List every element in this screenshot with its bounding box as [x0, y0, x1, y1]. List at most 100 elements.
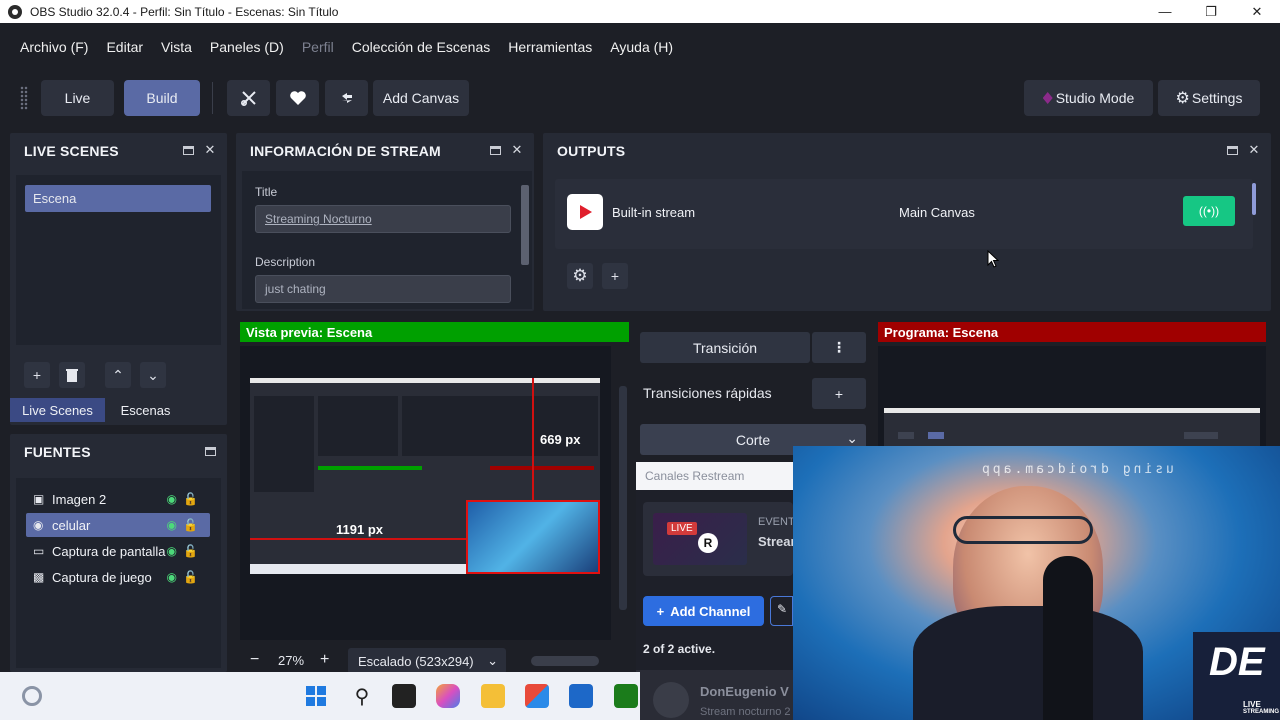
delete-scene-button[interactable] [59, 362, 85, 388]
outputs-scrollbar[interactable] [1252, 183, 1256, 215]
scale-select[interactable]: Escalado (523x294) ⌄ [348, 648, 506, 674]
toolbar-divider [212, 82, 213, 114]
brand-logo: DE LIVE STREAMING [1193, 632, 1280, 720]
lock-icon[interactable]: 🔓 [183, 544, 198, 558]
copilot-icon[interactable] [436, 684, 460, 708]
description-field[interactable]: just chating [255, 275, 511, 303]
tab-escenas[interactable]: Escenas [107, 398, 184, 422]
live-button[interactable]: Live [41, 80, 114, 116]
minimize-icon[interactable]: — [1142, 0, 1188, 23]
file-explorer-icon[interactable] [481, 684, 505, 708]
scene-list: Escena [16, 175, 221, 345]
close-window-icon[interactable]: ✕ [1234, 0, 1280, 23]
eye-icon[interactable]: ◉ [167, 570, 177, 584]
store-icon[interactable] [525, 684, 549, 708]
stream-info-scrollbar[interactable] [518, 171, 532, 309]
tools-button[interactable] [227, 80, 270, 116]
close-dock-icon[interactable]: ✕ [1247, 142, 1261, 157]
float-dock-icon[interactable] [203, 444, 217, 458]
search-icon[interactable]: ⚲ [350, 684, 374, 708]
source-label: celular [52, 517, 91, 533]
output-row-built-in: Built-in stream Main Canvas ((•)) [555, 179, 1256, 249]
program-label: Programa: Escena [878, 322, 1266, 342]
source-item-imagen-2[interactable]: ▣ Imagen 2 ◉ 🔓 [26, 487, 210, 511]
gear-icon: ⚙ [572, 266, 588, 285]
go-live-button[interactable]: ((•)) [1183, 196, 1235, 226]
float-dock-icon[interactable] [488, 143, 502, 157]
float-dock-icon[interactable] [181, 143, 195, 157]
tab-live-scenes[interactable]: Live Scenes [10, 398, 105, 422]
transition-button[interactable]: Transición [640, 332, 810, 363]
zoom-scrollbar[interactable] [531, 656, 599, 666]
restream-event-card[interactable]: LIVE R EVENT Strear [643, 502, 796, 576]
windows-start-icon[interactable] [304, 684, 328, 708]
edit-channels-button[interactable]: ✎ [770, 596, 793, 626]
weather-widget-icon[interactable] [20, 684, 44, 708]
outlook-icon[interactable] [569, 684, 593, 708]
scene-item-escena[interactable]: Escena [25, 185, 211, 212]
eye-icon[interactable]: ◉ [167, 544, 177, 558]
channel-avatar [653, 682, 689, 718]
lock-icon[interactable]: 🔓 [183, 570, 198, 584]
plus-icon: + [32, 367, 42, 383]
menu-editar[interactable]: Editar [106, 39, 143, 55]
menu-herramientas[interactable]: Herramientas [508, 39, 592, 55]
move-scene-down-button[interactable]: ⌄ [140, 362, 166, 388]
monitor-icon: ▭ [33, 544, 45, 558]
refresh-button[interactable] [325, 80, 368, 116]
channel-row[interactable]: DonEugenio V Stream nocturno 2 [636, 670, 793, 720]
brand-logo-text: DE [1209, 640, 1265, 684]
person-glasses [953, 516, 1093, 544]
eye-icon[interactable]: ◉ [167, 518, 177, 532]
zoom-out-button[interactable]: − [250, 651, 259, 669]
add-canvas-button[interactable]: Add Canvas [373, 80, 469, 116]
add-quick-transition-button[interactable]: + [812, 378, 866, 409]
settings-button[interactable]: ⚙ Settings [1158, 80, 1260, 116]
preview-scrollbar[interactable] [619, 386, 627, 610]
output-settings-button[interactable]: ⚙ [567, 263, 593, 289]
float-dock-icon[interactable] [1225, 143, 1239, 157]
menu-coleccion-escenas[interactable]: Colección de Escenas [352, 39, 491, 55]
eye-icon[interactable]: ◉ [167, 492, 177, 506]
title-bar: OBS Studio 32.0.4 - Perfil: Sin Título -… [0, 0, 1280, 23]
close-dock-icon[interactable]: ✕ [203, 142, 217, 157]
scissors-tools-icon [240, 91, 256, 107]
menu-perfil[interactable]: Perfil [302, 39, 334, 55]
event-title: Strear [758, 534, 796, 549]
more-vertical-icon: ⋮ [832, 339, 846, 355]
zoom-in-button[interactable]: + [320, 651, 329, 669]
move-scene-up-button[interactable]: ⌃ [105, 362, 131, 388]
brand-logo-streaming: STREAMING [1243, 709, 1279, 715]
transition-menu-button[interactable]: ⋮ [812, 332, 866, 363]
toolbar-grip-icon[interactable] [20, 86, 28, 110]
studio-mode-button[interactable]: Studio Mode [1024, 80, 1153, 116]
source-item-celular[interactable]: ◉ celular ◉ 🔓 [26, 513, 210, 537]
add-scene-button[interactable]: + [24, 362, 50, 388]
menu-ayuda[interactable]: Ayuda (H) [610, 39, 673, 55]
lock-icon[interactable]: 🔓 [183, 518, 198, 532]
menu-archivo[interactable]: Archivo (F) [20, 39, 88, 55]
trash-icon [66, 369, 78, 382]
xbox-icon[interactable] [614, 684, 638, 708]
droidcam-watermark: using droidcam.app [979, 462, 1174, 477]
maximize-icon[interactable]: ❐ [1188, 0, 1234, 23]
lock-icon[interactable]: 🔓 [183, 492, 198, 506]
source-item-captura-juego[interactable]: ▩ Captura de juego ◉ 🔓 [26, 565, 210, 589]
zoom-level: 27% [278, 653, 305, 668]
preview-canvas[interactable]: 669 px 1191 px [240, 346, 611, 640]
channel-subtitle: Stream nocturno 2 [700, 706, 791, 718]
selected-source-bounds[interactable] [466, 500, 600, 574]
restream-title: Canales Restream [636, 462, 793, 490]
task-view-icon[interactable] [392, 684, 416, 708]
program-screen-capture [884, 408, 1260, 446]
title-field[interactable]: Streaming Nocturno [255, 205, 511, 233]
add-output-button[interactable]: + [602, 263, 628, 289]
close-dock-icon[interactable]: ✕ [510, 142, 524, 157]
menu-vista[interactable]: Vista [161, 39, 192, 55]
add-channel-button[interactable]: + Add Channel [643, 596, 764, 626]
source-item-captura-pantalla[interactable]: ▭ Captura de pantalla ◉ 🔓 [26, 539, 210, 563]
build-button[interactable]: Build [124, 80, 200, 116]
favorite-button[interactable] [276, 80, 319, 116]
menu-paneles[interactable]: Paneles (D) [210, 39, 284, 55]
chevron-down-icon: ⌄ [147, 366, 159, 383]
